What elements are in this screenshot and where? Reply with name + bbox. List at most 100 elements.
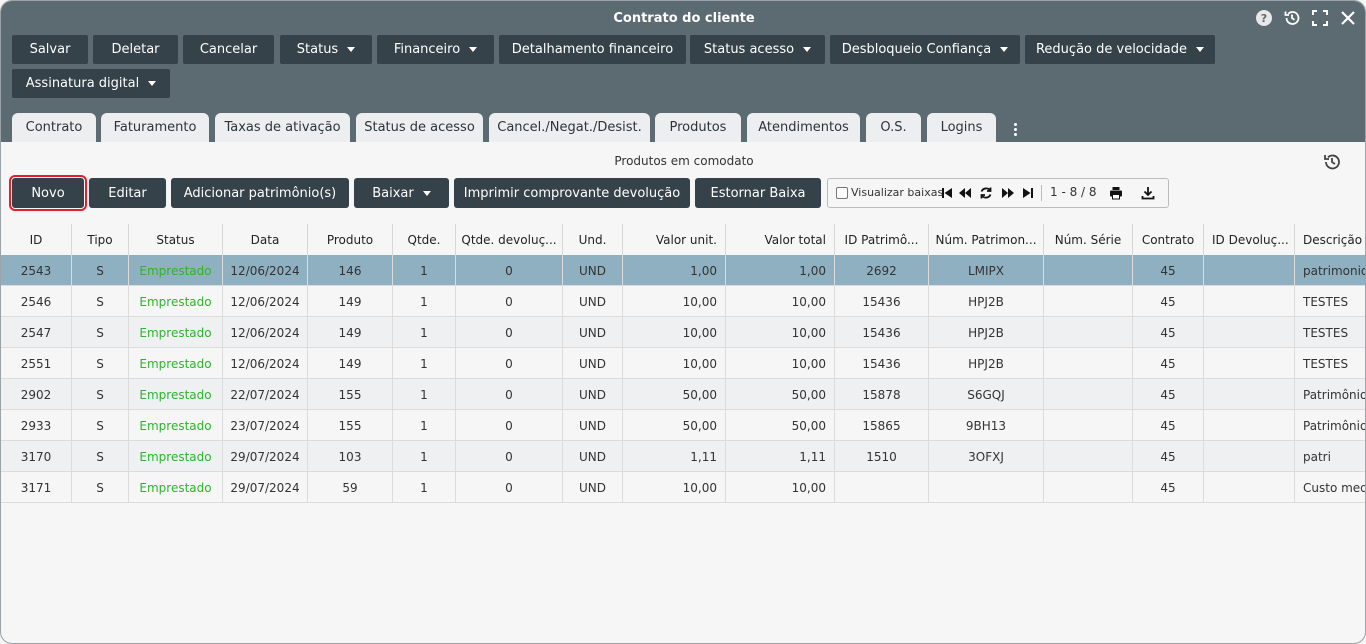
column-header-qtde[interactable]: Qtde.	[393, 224, 456, 255]
save-button[interactable]: Salvar	[12, 35, 88, 64]
cell-num-serie	[1044, 286, 1133, 317]
more-tabs-icon[interactable]	[1007, 119, 1023, 139]
cell-num-patrimonio: HPJ2B	[929, 317, 1044, 348]
imprimir-comprovante-button[interactable]: Imprimir comprovante devolução	[454, 178, 690, 208]
caret-down-icon	[803, 47, 812, 52]
cell-num-serie	[1044, 410, 1133, 441]
table-row[interactable]: 3171 S Emprestado 29/07/2024 59 1 0 UND 10,00 10,…	[1, 472, 1365, 503]
table-row[interactable]: 2933 S Emprestado 23/07/2024 155 1 0 UND 50,00 50…	[1, 410, 1365, 441]
save-button-label: Salvar	[29, 42, 71, 57]
table-row[interactable]: 2543 S Emprestado 12/06/2024 146 1 0 UND 1,00 1,0…	[1, 255, 1365, 286]
cell-num-serie	[1044, 472, 1133, 503]
cell-id-devolucao	[1204, 379, 1295, 410]
status-dropdown-button[interactable]: Status	[280, 35, 372, 64]
cell-qtde-devolucao: 0	[456, 286, 563, 317]
cell-descricao: TESTES	[1303, 356, 1349, 371]
tab-produtos[interactable]: Produtos	[655, 113, 741, 142]
delete-button[interactable]: Deletar	[93, 35, 178, 64]
column-header-valor-total[interactable]: Valor total	[726, 224, 835, 255]
history-icon[interactable]	[1322, 152, 1342, 172]
cell-qtde: 1	[393, 410, 456, 441]
cell-valor-unit: 10,00	[623, 286, 726, 317]
cell-qtde-devolucao: 0	[456, 441, 563, 472]
cell-valor-unit: 10,00	[623, 317, 726, 348]
column-header-status[interactable]: Status	[129, 224, 223, 255]
cell-contrato: 45	[1133, 379, 1204, 410]
column-header-qtde-devolucao[interactable]: Qtde. devoluç...	[456, 224, 563, 255]
cell-contrato: 45	[1133, 286, 1204, 317]
cell-descricao: patri	[1303, 449, 1331, 464]
tab-status-acesso[interactable]: Status de acesso	[356, 113, 483, 142]
tab-os[interactable]: O.S.	[866, 113, 921, 142]
cancel-button-label: Cancelar	[199, 42, 258, 57]
cell-id-devolucao	[1204, 317, 1295, 348]
cancel-button[interactable]: Cancelar	[183, 35, 274, 64]
column-header-id-devolucao[interactable]: ID Devoluç...	[1204, 224, 1295, 255]
cell-qtde: 1	[393, 348, 456, 379]
baixar-dropdown-button[interactable]: Baixar	[354, 178, 449, 208]
cell-descricao: TESTES	[1303, 325, 1349, 340]
cell-contrato: 45	[1133, 441, 1204, 472]
table-row[interactable]: 2551 S Emprestado 12/06/2024 149 1 0 UND 10,00 10…	[1, 348, 1365, 379]
table-row[interactable]: 2546 S Emprestado 12/06/2024 149 1 0 UND 10,00 10…	[1, 286, 1365, 317]
reducao-velocidade-dropdown-button[interactable]: Redução de velocidade	[1025, 35, 1215, 64]
cell-id-patrimonio: 2692	[835, 255, 929, 286]
cell-id: 2543	[1, 255, 72, 286]
cell-und: UND	[563, 441, 623, 472]
fullscreen-icon[interactable]	[1311, 9, 1329, 27]
tab-cancel-negat-desist[interactable]: Cancel./Negat./Desist.	[489, 113, 650, 142]
column-header-data[interactable]: Data	[223, 224, 308, 255]
column-header-und[interactable]: Und.	[563, 224, 623, 255]
editar-button[interactable]: Editar	[89, 178, 166, 208]
cell-qtde: 1	[393, 317, 456, 348]
tab-contrato[interactable]: Contrato	[12, 113, 96, 142]
financeiro-dropdown-button[interactable]: Financeiro	[377, 35, 494, 64]
cell-valor-unit: 50,00	[623, 379, 726, 410]
next-page-icon[interactable]	[1001, 186, 1015, 200]
table-row[interactable]: 3170 S Emprestado 29/07/2024 103 1 0 UND 1,11 1,1…	[1, 441, 1365, 472]
column-header-id[interactable]: ID	[1, 224, 72, 255]
last-page-icon[interactable]	[1021, 186, 1035, 200]
assinatura-digital-dropdown-button[interactable]: Assinatura digital	[12, 69, 170, 98]
cell-status: Emprestado	[129, 472, 223, 503]
column-header-tipo[interactable]: Tipo	[72, 224, 129, 255]
table-row[interactable]: 2547 S Emprestado 12/06/2024 149 1 0 UND 10,00 10…	[1, 317, 1365, 348]
tab-faturamento[interactable]: Faturamento	[101, 113, 209, 142]
cell-valor-total: 10,00	[726, 317, 835, 348]
column-header-num-serie[interactable]: Núm. Série	[1044, 224, 1133, 255]
cell-qtde: 1	[393, 255, 456, 286]
column-header-valor-unit[interactable]: Valor unit.	[623, 224, 726, 255]
tab-atendimentos[interactable]: Atendimentos	[747, 113, 860, 142]
history-icon[interactable]	[1283, 9, 1301, 27]
window-title: Contrato do cliente	[613, 11, 755, 26]
status-acesso-dropdown-button[interactable]: Status acesso	[690, 35, 825, 64]
cell-data: 29/07/2024	[223, 441, 308, 472]
column-header-produto[interactable]: Produto	[308, 224, 393, 255]
previous-page-icon[interactable]	[958, 186, 972, 200]
column-header-id-patrimonio[interactable]: ID Patrimô...	[835, 224, 929, 255]
help-icon[interactable]: ?	[1255, 9, 1273, 27]
visualizar-baixas-checkbox[interactable]	[836, 187, 848, 199]
cell-tipo: S	[72, 410, 129, 441]
financial-detail-button[interactable]: Detalhamento financeiro	[499, 35, 686, 64]
refresh-icon[interactable]	[979, 186, 993, 200]
close-icon[interactable]	[1339, 9, 1357, 27]
tab-taxas-ativacao[interactable]: Taxas de ativação	[215, 113, 350, 142]
column-header-descricao[interactable]: Descrição p	[1295, 224, 1365, 255]
table-row[interactable]: 2902 S Emprestado 22/07/2024 155 1 0 UND 50,00 50…	[1, 379, 1365, 410]
column-header-contrato[interactable]: Contrato	[1133, 224, 1204, 255]
print-icon[interactable]	[1109, 186, 1123, 200]
cell-valor-total: 10,00	[726, 286, 835, 317]
column-header-num-patrimonio[interactable]: Núm. Patrimon...	[929, 224, 1044, 255]
desbloqueio-dropdown-button[interactable]: Desbloqueio Confiança	[830, 35, 1020, 64]
tab-logins[interactable]: Logins	[927, 113, 996, 142]
adicionar-patrimonio-button[interactable]: Adicionar patrimônio(s)	[171, 178, 349, 208]
cell-num-serie	[1044, 255, 1133, 286]
novo-button[interactable]: Novo	[9, 175, 87, 211]
cell-produto: 59	[308, 472, 393, 503]
cell-id-patrimonio: 15436	[835, 286, 929, 317]
first-page-icon[interactable]	[940, 186, 954, 200]
estornar-baixa-button[interactable]: Estornar Baixa	[695, 178, 821, 208]
download-icon[interactable]	[1141, 186, 1155, 200]
cell-qtde-devolucao: 0	[456, 348, 563, 379]
